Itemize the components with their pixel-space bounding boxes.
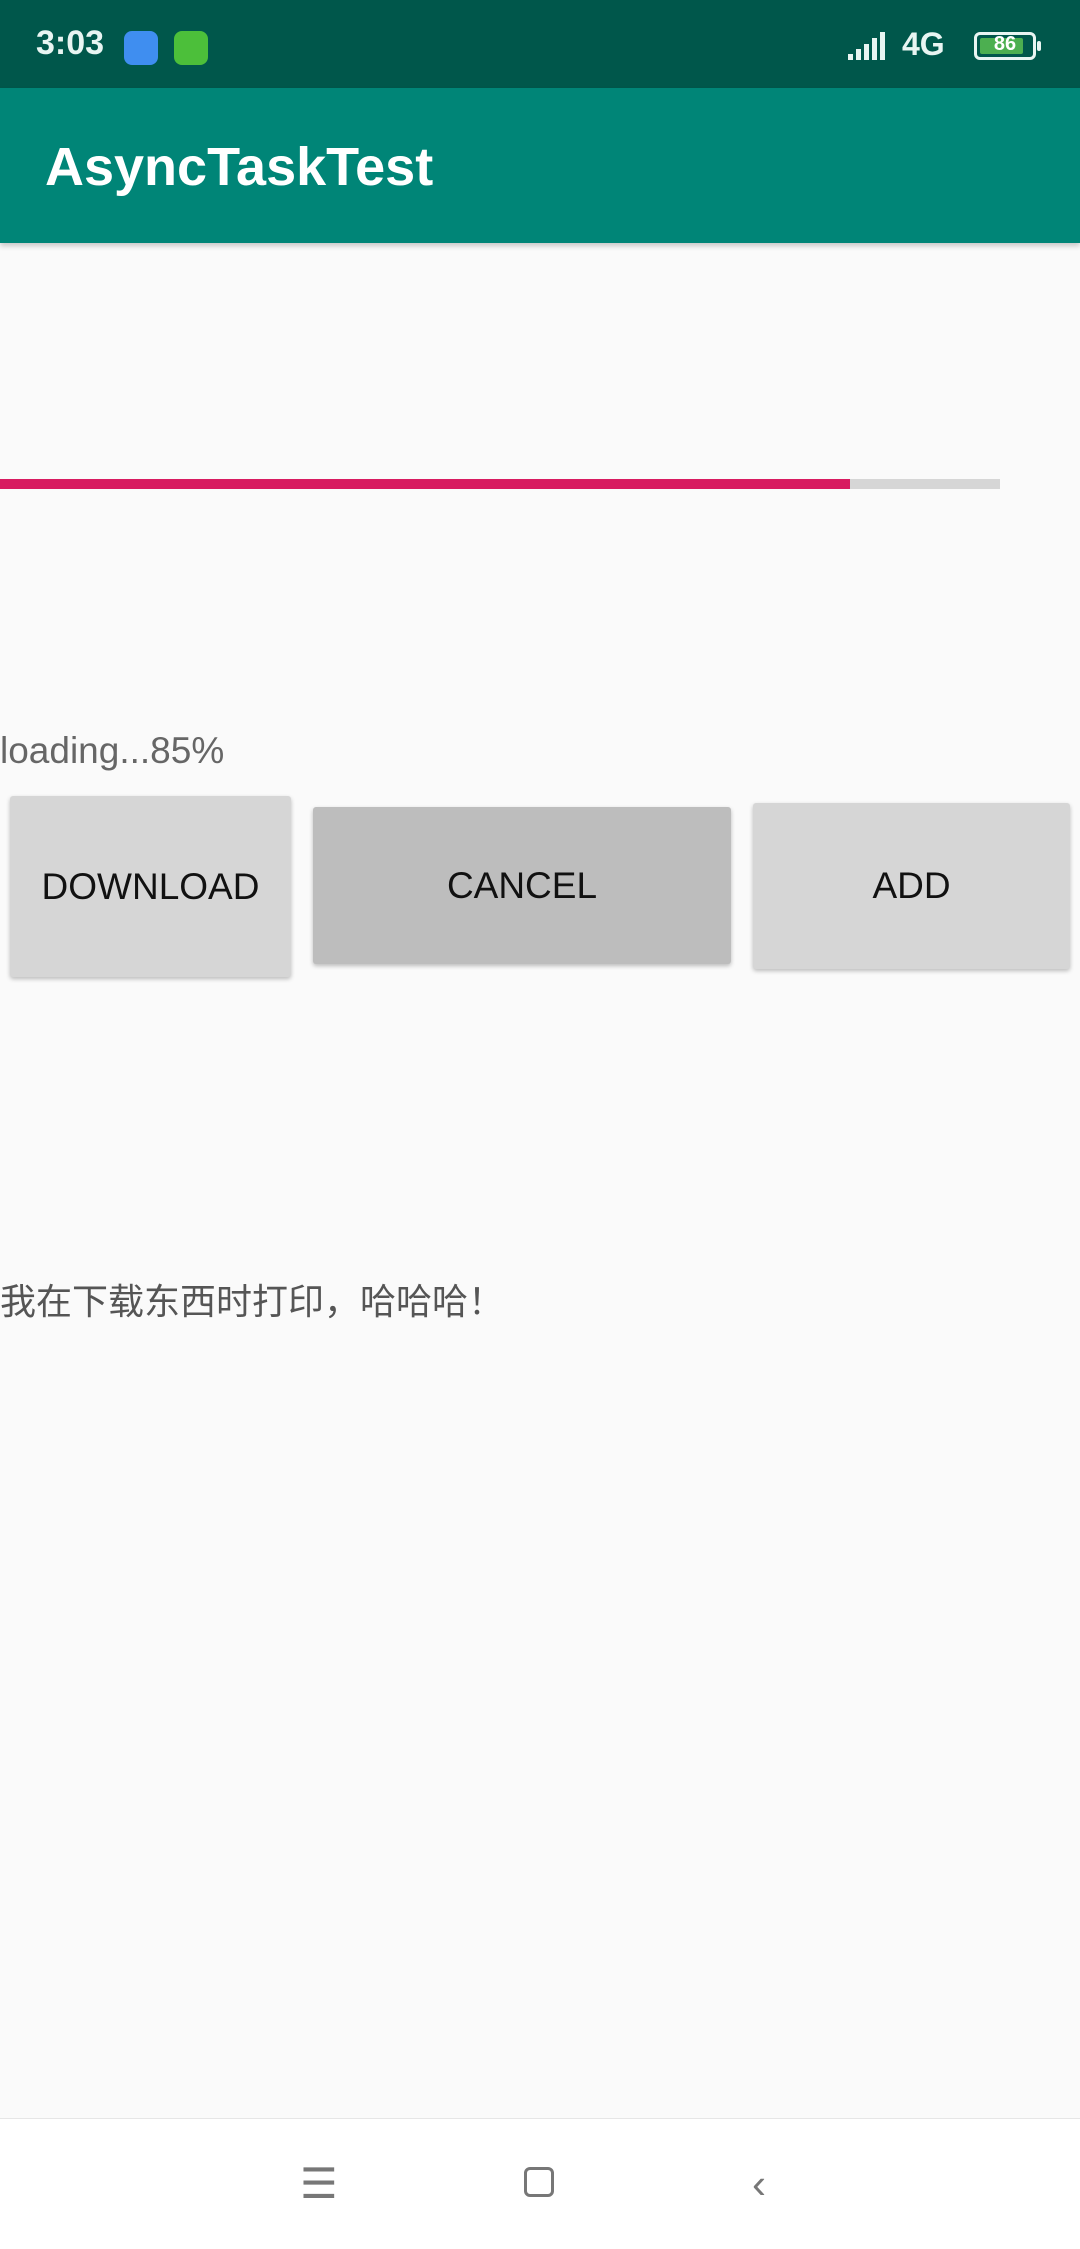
home-icon[interactable] xyxy=(524,2167,554,2197)
message-text: 我在下载东西时打印，哈哈哈！ xyxy=(0,1282,505,1323)
status-time: 3:03 xyxy=(36,24,105,62)
cancel-button[interactable]: CANCEL xyxy=(313,807,731,964)
battery-icon: 86 xyxy=(974,32,1041,60)
status-bar: 3:03 4G 86 xyxy=(0,0,1080,88)
download-button[interactable]: DOWNLOAD xyxy=(10,796,291,977)
navigation-bar: ☰ ‹ xyxy=(0,2118,1080,2249)
back-icon[interactable]: ‹ xyxy=(752,2159,766,2209)
app-bar: AsyncTaskTest xyxy=(0,88,1080,243)
notification-android-icon xyxy=(174,31,208,65)
notification-app-icon xyxy=(124,31,158,65)
menu-icon[interactable]: ☰ xyxy=(300,2159,338,2209)
add-button[interactable]: ADD xyxy=(753,803,1070,969)
progress-bar xyxy=(0,479,1000,489)
battery-level: 86 xyxy=(993,33,1017,55)
signal-icon xyxy=(848,32,885,60)
loading-text: loading...85% xyxy=(0,730,225,771)
app-title: AsyncTaskTest xyxy=(45,137,434,197)
progress-fill xyxy=(0,479,850,489)
network-type: 4G xyxy=(902,26,945,62)
